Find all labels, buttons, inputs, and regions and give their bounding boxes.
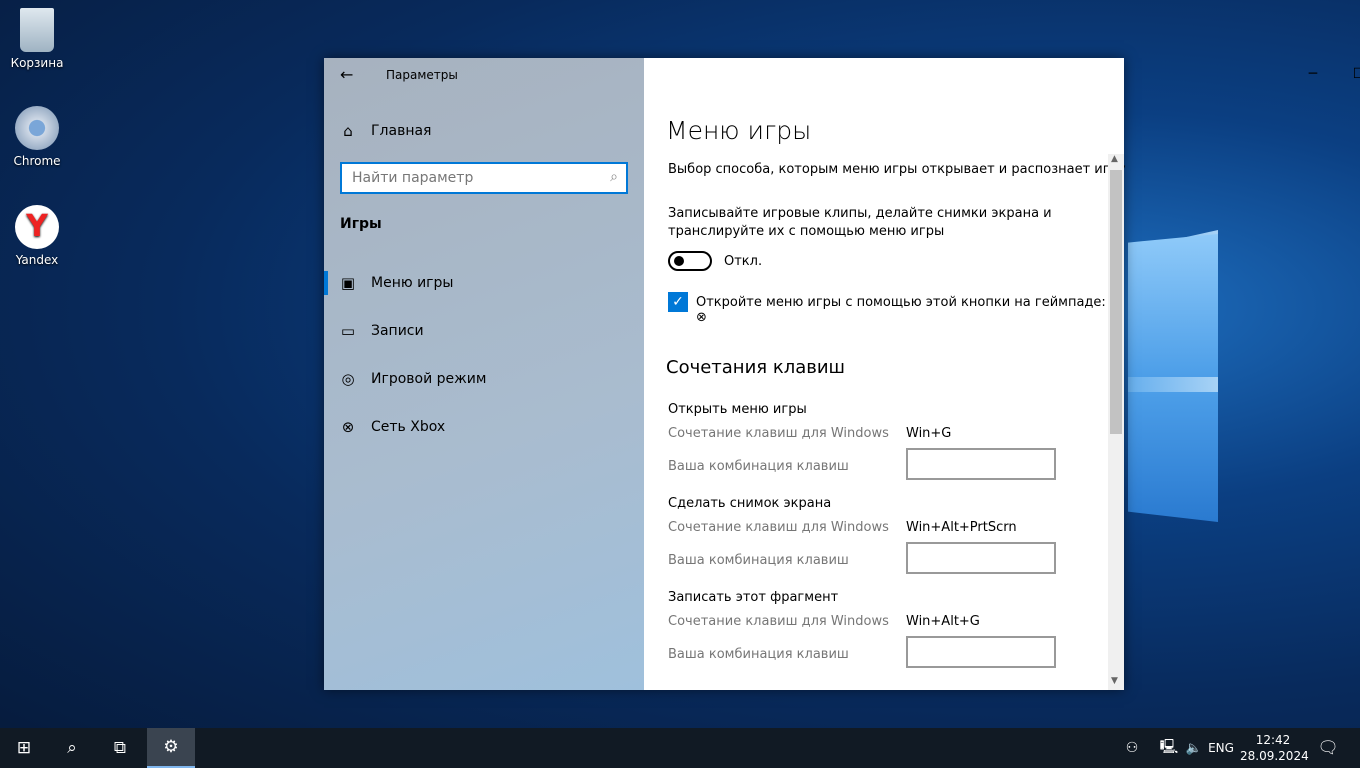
search-input[interactable]: Найти параметр ⌕ [340,162,628,194]
settings-window: ← Параметры ⌂ Главная Найти параметр ⌕ Игр… [324,58,1360,690]
xbox-icon: ⊗ [341,418,355,436]
sidebar-item-label: Меню игры [371,275,454,291]
sidebar-item-home[interactable]: ⌂ Главная [324,111,644,151]
sidebar-item-game-mode[interactable]: ◎ Игровой режим [324,359,644,399]
shortcut-name: Сделать снимок экрана [668,496,832,511]
page-title: Меню игры [666,116,812,145]
shortcut-win-label: Сочетание клавиш для Windows [668,520,889,535]
scroll-up-icon[interactable]: ▲ [1111,154,1118,164]
task-view-button[interactable]: ⧉ [96,728,144,768]
sidebar-item-xbox[interactable]: ⊗ Сеть Xbox [324,407,644,447]
clock[interactable]: 12:42 28.09.2024 [1240,732,1309,764]
desktop-icon-label: Yandex [15,253,59,267]
volume-button[interactable]: 🔈 [1182,728,1206,768]
shortcut-win-value: Win+Alt+G [906,614,980,629]
home-icon: ⌂ [343,122,353,140]
shortcut-input[interactable] [906,542,1056,574]
network-icon: 🖳 [1159,739,1179,755]
windows-icon: ⊞ [16,738,32,758]
toggle-state-label: Откл. [724,254,763,269]
game-bar-icon: ▣ [340,274,356,292]
game-mode-icon: ◎ [341,370,355,388]
sidebar-item-label: Игровой режим [371,371,487,387]
search-placeholder: Найти параметр [352,170,474,186]
shortcut-name: Открыть меню игры [668,402,807,417]
shortcut-win-label: Сочетание клавиш для Windows [668,426,889,441]
sidebar-item-label: Сеть Xbox [371,419,446,435]
app-title: Параметры [386,68,458,82]
clock-date: 28.09.2024 [1240,749,1309,763]
shortcut-input[interactable] [906,448,1056,480]
shortcut-custom-label: Ваша комбинация клавиш [668,459,849,474]
shortcut-win-value: Win+Alt+PrtScrn [906,520,1017,535]
clock-time: 12:42 [1255,733,1291,747]
back-button[interactable]: ← [340,65,353,84]
page-subtitle: Выбор способа, которым меню игры открыва… [668,162,1126,177]
maximize-button[interactable]: ☐ [1336,58,1360,90]
action-center-button[interactable]: 🗨 [1306,728,1350,768]
sidebar-item-game-bar[interactable]: ▣ Меню игры [324,263,644,303]
xbox-button-icon: ⊗ [696,310,707,325]
minimize-button[interactable]: ─ [1290,58,1336,90]
scrollbar-thumb[interactable] [1110,170,1122,434]
record-toggle[interactable] [668,251,712,271]
desktop-icon-chrome[interactable]: Chrome [8,106,66,168]
chrome-icon [15,106,59,150]
section-heading: Сочетания клавиш [666,357,846,378]
desktop-icon-recycle-bin[interactable]: Корзина [8,8,66,70]
recycle-bin-icon [20,8,54,52]
search-icon: ⌕ [610,169,618,185]
desktop-icon-label: Chrome [13,154,61,168]
start-button[interactable]: ⊞ [0,728,48,768]
main-content: ─ ☐ ✕ Меню игры Выбор способа, которым м… [644,58,1360,690]
sidebar: ← Параметры ⌂ Главная Найти параметр ⌕ Игр… [324,58,644,690]
people-button[interactable]: ⚇ [1110,728,1154,768]
task-view-icon: ⧉ [113,738,127,758]
sidebar-item-label: Записи [371,323,424,339]
shortcut-input[interactable] [906,636,1056,668]
selected-indicator [324,271,328,295]
sidebar-item-captures[interactable]: ▭ Записи [324,311,644,351]
checkbox-label: Откройте меню игры с помощью этой кнопки… [696,295,1106,310]
volume-icon: 🔈 [1185,740,1203,756]
settings-taskbar-button[interactable]: ⚙ [147,728,195,768]
record-description: транслируйте их с помощью меню игры [668,224,945,239]
search-button[interactable]: ⌕ [48,728,96,768]
shortcut-name: Записать этот фрагмент [668,590,839,605]
wallpaper-logo-bottom [1128,392,1218,522]
wallpaper-logo-top [1128,234,1218,377]
network-button[interactable]: 🖳 [1156,728,1182,768]
shortcut-custom-label: Ваша комбинация клавиш [668,647,849,662]
shortcut-win-value: Win+G [906,426,952,441]
shortcut-win-label: Сочетание клавиш для Windows [668,614,889,629]
sidebar-item-label: Главная [371,123,432,139]
scroll-down-icon[interactable]: ▼ [1111,676,1118,686]
section-heading: Игры [340,216,382,232]
language-button[interactable]: ENG [1206,728,1236,768]
record-description: Записывайте игровые клипы, делайте снимк… [668,206,1052,221]
desktop-icon-yandex[interactable]: Y Yandex [8,205,66,267]
desktop-icon-label: Корзина [10,56,64,70]
shortcut-custom-label: Ваша комбинация клавиш [668,553,849,568]
gear-icon: ⚙ [163,737,179,757]
captures-icon: ▭ [340,322,356,340]
taskbar: ⊞ ⌕ ⧉ ⚙ ⚇ 🖳 🔈 ENG 12:42 28.09.2024 🗨 [0,728,1360,768]
people-icon: ⚇ [1125,740,1139,756]
yandex-icon: Y [15,205,59,249]
search-icon: ⌕ [67,738,77,758]
scrollbar[interactable]: ▲ ▼ [1108,154,1124,690]
notification-icon: 🗨 [1317,738,1339,758]
gamepad-checkbox[interactable]: ✓ [668,292,688,312]
